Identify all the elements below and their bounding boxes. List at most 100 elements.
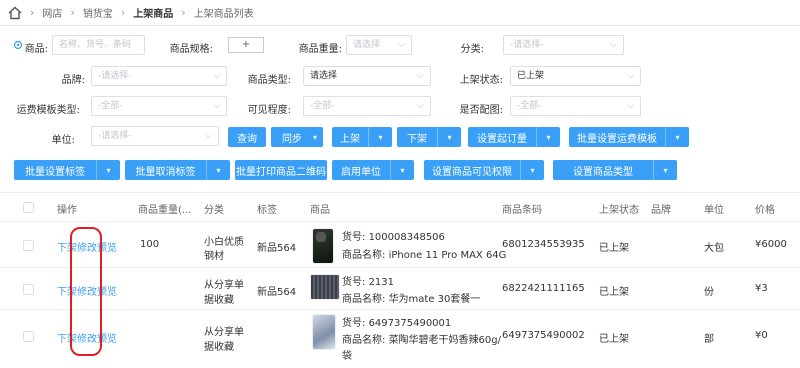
product-thumbnail[interactable]	[312, 314, 336, 350]
product-name-continued: 袋	[342, 351, 352, 362]
brand-label: 品牌:	[61, 75, 85, 86]
sku-prefix: 货号:	[342, 277, 366, 288]
sku-prefix: 货号:	[342, 318, 366, 329]
column-header-weight[interactable]: 商品重量(...	[138, 201, 191, 216]
select-all-checkbox[interactable]	[23, 202, 34, 213]
enable-unit-button-label: 启用单位	[341, 166, 381, 178]
chevron-down-icon[interactable]: ▾	[206, 160, 230, 180]
brand-select-value: -请选择-	[98, 71, 132, 81]
breadcrumb-separator: ›	[181, 6, 186, 19]
shipping-template-select-value: -全部-	[98, 101, 123, 111]
status-select[interactable]: 已上架 ⌵	[510, 66, 641, 86]
set-visibility-button-label: 设置商品可见权限	[432, 166, 512, 178]
name-prefix: 商品名称:	[342, 250, 386, 261]
enable-unit-button[interactable]: 启用单位 ▾	[332, 160, 414, 180]
weight-value: 100	[140, 239, 160, 250]
batch-remove-tag-button[interactable]: 批量取消标签 ▾	[125, 160, 230, 180]
set-min-order-button[interactable]: 设置起订量 ▾	[468, 127, 560, 147]
query-button-label: 查询	[237, 133, 257, 145]
chevron-down-icon[interactable]: ▾	[665, 127, 689, 147]
query-button[interactable]: 查询	[228, 127, 266, 147]
category-label: 分类:	[460, 44, 484, 55]
table-row: 下架 修改 预览 从分享单 据收藏 货号: 6497375490001 商品名称…	[0, 310, 800, 368]
chevron-down-icon[interactable]: ▾	[390, 160, 414, 180]
column-header-tag: 标签	[257, 205, 277, 216]
table-header: 操作 商品重量(... 分类 标签 商品 商品条码 上架状态 品牌 单位 价格	[0, 192, 800, 222]
chevron-down-icon[interactable]: ▾	[520, 160, 544, 180]
chevron-down-icon: ⌵	[627, 101, 634, 111]
chevron-down-icon[interactable]: ▾	[536, 127, 560, 147]
price-value: ¥6000	[755, 239, 787, 250]
set-visibility-button[interactable]: 设置商品可见权限 ▾	[424, 160, 544, 180]
product-thumbnail[interactable]	[310, 274, 340, 300]
product-name-value: 华为mate 30套餐一	[388, 294, 481, 305]
unit-select[interactable]: -请选择- ⌵	[91, 126, 219, 146]
off-shelf-button-label: 下架	[407, 133, 427, 145]
category-select-value: -请选择-	[510, 40, 544, 50]
category-value: 小白优质	[204, 237, 244, 248]
has-image-label: 是否配图:	[459, 105, 503, 116]
unit-value: 部	[704, 334, 714, 345]
breadcrumb-item[interactable]: 销货宝	[83, 5, 113, 20]
batch-print-qr-button[interactable]: 批量打印商品二维码	[235, 160, 327, 180]
product-name-text: 商品名称: iPhone 11 Pro MAX 64G	[342, 246, 506, 261]
on-shelf-button-label: 上架	[340, 133, 360, 145]
off-shelf-button[interactable]: 下架 ▾	[397, 127, 461, 147]
unit-label: 单位:	[51, 135, 75, 146]
tag-value: 新品564	[257, 243, 297, 254]
set-goods-type-button[interactable]: 设置商品类型 ▾	[553, 160, 677, 180]
category-value: 据收藏	[204, 295, 234, 306]
has-image-select[interactable]: -全部- ⌵	[510, 96, 641, 116]
product-thumbnail[interactable]	[312, 228, 334, 264]
batch-set-tag-button[interactable]: 批量设置标签 ▾	[14, 160, 120, 180]
batch-shipping-template-button[interactable]: 批量设置运费模板 ▾	[569, 127, 689, 147]
category-value: 据收藏	[204, 342, 234, 353]
row-checkbox[interactable]	[23, 284, 34, 295]
breadcrumb-item: 上架商品列表	[193, 9, 254, 20]
chevron-down-icon: ⌵	[205, 131, 212, 141]
batch-shipping-template-button-label: 批量设置运费模板	[577, 133, 657, 145]
category-value: 从分享单	[204, 327, 244, 338]
row-checkbox[interactable]	[23, 331, 34, 342]
visibility-select-value: -全部-	[310, 101, 335, 111]
sku-text: 货号: 100008348506	[342, 228, 445, 243]
name-prefix: 商品名称:	[342, 294, 386, 305]
name-prefix: 商品名称:	[342, 335, 386, 346]
has-image-select-value: -全部-	[517, 101, 542, 111]
column-header-unit: 单位	[704, 205, 724, 216]
breadcrumb-separator: ›	[30, 6, 35, 19]
chevron-down-icon[interactable]: ▾	[96, 160, 120, 180]
row-checkbox[interactable]	[23, 240, 34, 251]
product-name-text: 商品名称: 华为mate 30套餐一	[342, 290, 480, 305]
category-value: 从分享单	[204, 280, 244, 291]
camera-icon	[316, 232, 326, 242]
category-value: 钢材	[204, 251, 224, 262]
set-min-order-button-label: 设置起订量	[477, 133, 527, 145]
price-value: ¥0	[755, 330, 768, 341]
home-icon[interactable]	[8, 6, 22, 20]
sku-value: 2131	[368, 277, 395, 288]
breadcrumb-item[interactable]: 网店	[42, 5, 62, 20]
chevron-down-icon: ⌵	[627, 71, 634, 81]
batch-set-tag-button-label: 批量设置标签	[25, 166, 85, 178]
status-value: 已上架	[599, 334, 629, 345]
chevron-down-icon[interactable]: ▾	[653, 160, 677, 180]
chevron-down-icon[interactable]: ▾	[368, 127, 392, 147]
category-select[interactable]: -请选择- ⌵	[503, 35, 624, 55]
chevron-down-icon: ▾	[312, 132, 317, 142]
goods-label: 商品:	[24, 44, 48, 55]
unit-value: 份	[704, 287, 714, 298]
batch-remove-tag-button-label: 批量取消标签	[135, 166, 196, 178]
breadcrumb: › 网店 › 销货宝 › 上架商品 › 上架商品列表	[0, 0, 800, 26]
sku-value: 100008348506	[368, 232, 445, 243]
batch-print-qr-button-label: 批量打印商品二维码	[236, 166, 326, 178]
column-header-barcode: 商品条码	[502, 205, 542, 216]
on-shelf-button[interactable]: 上架 ▾	[332, 127, 392, 147]
status-label: 上架状态:	[459, 75, 503, 86]
unit-select-value: -请选择-	[98, 131, 132, 141]
sync-button[interactable]: 同步 ▾	[271, 127, 323, 147]
chevron-down-icon: ⌵	[610, 40, 617, 50]
chevron-down-icon[interactable]: ▾	[437, 127, 461, 147]
sku-prefix: 货号:	[342, 232, 366, 243]
breadcrumb-item-current[interactable]: 上架商品	[133, 5, 173, 20]
